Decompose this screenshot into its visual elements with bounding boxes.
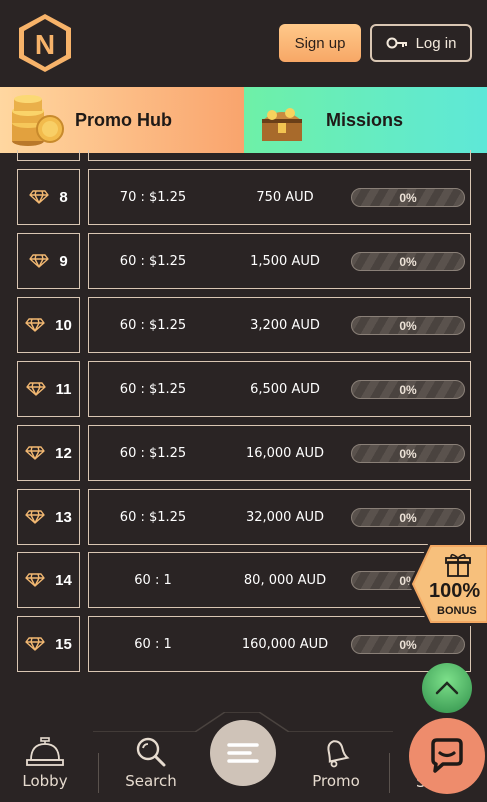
ratio-value: 60 : 1 <box>134 636 172 652</box>
rank-cell: 11 <box>17 361 80 417</box>
missions-label: Missions <box>326 109 404 130</box>
nav-divider <box>389 753 390 793</box>
info-cell: 60 : $1.25 1,500 AUD 0% <box>88 233 471 289</box>
bell-service-icon <box>26 737 64 766</box>
progress-bar: 0% <box>351 444 465 463</box>
rank-number: 11 <box>55 380 72 398</box>
chevron-up-icon <box>435 681 459 695</box>
gift-icon <box>445 553 471 577</box>
rank-number: 15 <box>55 635 72 653</box>
progress-bar: 0% <box>351 188 465 207</box>
diamond-icon <box>25 446 45 460</box>
diamond-icon <box>25 637 45 651</box>
svg-text:N: N <box>35 29 55 60</box>
menu-button[interactable] <box>210 720 276 786</box>
prize-value: 1,500 AUD <box>250 253 320 269</box>
info-cell: 60 : $1.25 6,500 AUD 0% <box>88 361 471 417</box>
ratio-value: 60 : $1.25 <box>119 509 187 525</box>
progress-bar: 0% <box>351 380 465 399</box>
ratio-value: 60 : $1.25 <box>119 381 187 397</box>
rank-cell: 15 <box>17 616 80 672</box>
login-label: Log in <box>415 34 457 52</box>
promo-hub-tab[interactable]: Promo Hub <box>0 87 244 153</box>
rank-number: 14 <box>55 571 72 589</box>
diamond-icon <box>25 573 45 587</box>
table-row: 10 60 : $1.25 3,200 AUD 0% <box>17 297 471 353</box>
diamond-icon <box>25 318 45 332</box>
info-cell <box>88 150 471 161</box>
progress-bar: 0% <box>351 316 465 335</box>
ratio-value: 70 : $1.25 <box>119 189 187 205</box>
nav-search-label: Search <box>125 772 177 790</box>
rank-number: 13 <box>55 508 72 526</box>
table-row: 15 60 : 1 160,000 AUD 0% <box>17 616 471 672</box>
search-icon <box>136 737 166 767</box>
bonus-label: BONUS <box>437 605 477 617</box>
rank-number: 10 <box>55 316 72 334</box>
promo-hub-label: Promo Hub <box>75 109 172 130</box>
rank-number: 9 <box>59 252 68 270</box>
diamond-icon <box>25 510 45 524</box>
rank-cell: 10 <box>17 297 80 353</box>
rank-cell: 8 <box>17 169 80 225</box>
menu-icon <box>227 743 259 763</box>
table-row: 9 60 : $1.25 1,500 AUD 0% <box>17 233 471 289</box>
logo[interactable]: N <box>16 12 74 74</box>
rank-number: 8 <box>59 188 68 206</box>
nav-divider <box>98 753 99 793</box>
login-button[interactable]: Log in <box>370 24 472 62</box>
rank-cell <box>17 150 80 161</box>
ratio-value: 60 : $1.25 <box>119 445 187 461</box>
diamond-icon <box>29 190 50 204</box>
table-row: 14 60 : 1 80, 000 AUD 0% <box>17 552 471 608</box>
progress-bar: 0% <box>351 252 465 271</box>
table-row: 8 70 : $1.25 750 AUD 0% <box>17 169 471 225</box>
scroll-top-button[interactable] <box>422 663 472 713</box>
prize-value: 80, 000 AUD <box>243 572 327 588</box>
progress-bar: 0% <box>351 635 465 654</box>
info-cell: 60 : $1.25 3,200 AUD 0% <box>88 297 471 353</box>
table-row: 12 60 : $1.25 16,000 AUD 0% <box>17 425 471 481</box>
bell-icon <box>327 740 350 768</box>
promo-bar: Promo Hub Missions <box>0 87 487 153</box>
ratio-value: 60 : $1.25 <box>119 317 187 333</box>
table-row: 13 60 : $1.25 32,000 AUD 0% <box>17 489 471 545</box>
diamond-icon <box>29 254 50 268</box>
prize-value: 3,200 AUD <box>250 317 320 333</box>
nav-promo[interactable]: Promo <box>291 733 381 802</box>
rank-cell: 12 <box>17 425 80 481</box>
table-row: 11 60 : $1.25 6,500 AUD 0% <box>17 361 471 417</box>
signup-button[interactable]: Sign up <box>279 24 361 62</box>
rank-cell: 9 <box>17 233 80 289</box>
rank-cell: 14 <box>17 552 80 608</box>
coins-icon <box>12 95 64 146</box>
ratio-value: 60 : 1 <box>134 572 172 588</box>
chat-icon <box>431 738 463 773</box>
progress-bar: 0% <box>351 508 465 527</box>
chat-button[interactable] <box>409 718 485 794</box>
missions-tab[interactable]: Missions <box>244 87 487 153</box>
rank-cell: 13 <box>17 489 80 545</box>
nav-lobby-label: Lobby <box>22 772 68 790</box>
prize-value: 750 AUD <box>256 189 314 205</box>
prize-value: 16,000 AUD <box>245 445 325 461</box>
info-cell: 70 : $1.25 750 AUD 0% <box>88 169 471 225</box>
diamond-icon <box>25 382 46 396</box>
prize-value: 32,000 AUD <box>245 509 325 525</box>
bonus-percent: 100% <box>429 580 481 602</box>
rank-number: 12 <box>55 444 72 462</box>
ratio-value: 60 : $1.25 <box>119 253 187 269</box>
prize-value: 6,500 AUD <box>250 381 320 397</box>
info-cell: 60 : $1.25 32,000 AUD 0% <box>88 489 471 545</box>
header: N Sign up Log in <box>0 0 487 87</box>
info-cell: 60 : $1.25 16,000 AUD 0% <box>88 425 471 481</box>
key-icon <box>386 37 407 49</box>
nav-search[interactable]: Search <box>106 733 196 802</box>
nav-promo-label: Promo <box>312 772 360 790</box>
treasure-chest-icon <box>262 108 302 141</box>
prize-value: 160,000 AUD <box>241 636 329 652</box>
nav-lobby[interactable]: Lobby <box>0 733 90 802</box>
table-row-partial <box>17 150 471 161</box>
